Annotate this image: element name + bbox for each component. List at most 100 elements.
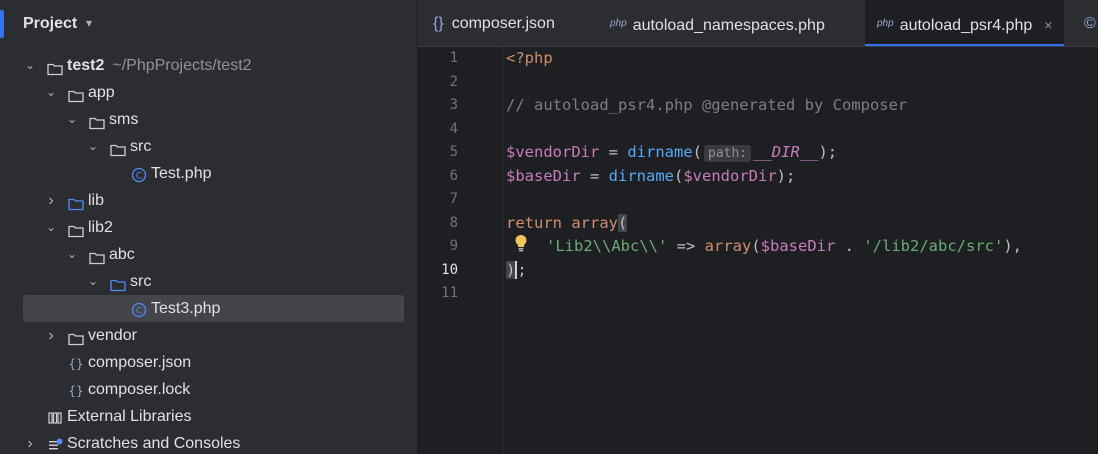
tree-item-test3-php[interactable]: C Test3.php xyxy=(0,295,417,322)
tree-item-label: Test3.php xyxy=(151,295,220,322)
text-caret: ; xyxy=(515,261,527,279)
tree-item-name: Test3.php xyxy=(151,300,221,317)
tree-item-composer-json[interactable]: {} composer.json xyxy=(0,349,417,376)
lightbulb-icon[interactable] xyxy=(514,234,528,252)
code-keyword: return xyxy=(506,214,562,232)
project-tool-window: Project ▾ ⌄ test2 ~/PhpProjects/test2 ⌄ app ⌄… xyxy=(0,0,417,454)
php-class-icon: C xyxy=(131,300,147,318)
close-icon[interactable]: × xyxy=(1044,17,1052,33)
tree-item-lib2[interactable]: ⌄ lib2 xyxy=(0,214,417,241)
chevron-down-icon[interactable]: ⌄ xyxy=(24,52,36,79)
code-line-5[interactable]: $vendorDir = dirname(path: __DIR__); xyxy=(506,143,838,162)
code-line-3[interactable]: // autoload_psr4.php @generated by Compo… xyxy=(506,96,907,114)
project-header: Project ▾ xyxy=(0,0,417,48)
tree-item-label: Test.php xyxy=(151,160,211,187)
folder-icon xyxy=(89,112,105,130)
chevron-down-icon[interactable]: ⌄ xyxy=(66,241,78,268)
tree-item-test2[interactable]: ⌄ test2 ~/PhpProjects/test2 xyxy=(0,52,417,79)
project-path: ~/PhpProjects/test2 xyxy=(112,57,252,74)
tree-item-label: src xyxy=(130,268,151,295)
tree-item-lib[interactable]: › lib xyxy=(0,187,417,214)
php-open-tag: <?php xyxy=(506,49,553,67)
tree-item-name: Test.php xyxy=(151,165,212,182)
folder-icon xyxy=(68,85,84,103)
project-view-title[interactable]: Project xyxy=(23,15,77,33)
code-line-1[interactable]: <?php xyxy=(506,49,553,67)
tree-item-label: External Libraries xyxy=(67,403,192,430)
folder-icon xyxy=(47,58,63,76)
tree-item-label: app xyxy=(88,79,115,106)
gutter-separator xyxy=(502,47,503,454)
code-paren: ); xyxy=(776,167,796,185)
code-variable: $baseDir xyxy=(760,237,836,255)
json-icon: {} xyxy=(68,354,84,371)
code-variable: $vendorDir xyxy=(506,143,600,161)
code-paren: ), xyxy=(1003,237,1022,255)
tab-composer-json[interactable]: {} composer.json xyxy=(433,0,555,46)
line-number: 3 xyxy=(449,97,458,113)
chevron-right-icon[interactable]: › xyxy=(45,187,57,214)
tree-item-label: lib2 xyxy=(88,214,113,241)
tree-item-app[interactable]: ⌄ app xyxy=(0,79,417,106)
tab-label: autoload_namespaces.php xyxy=(632,17,825,34)
code-constant: __DIR__ xyxy=(753,143,819,161)
tree-item-name: abc xyxy=(109,246,135,263)
line-number: 11 xyxy=(441,285,458,301)
parameter-hint: path: xyxy=(704,145,752,162)
tree-item-label: test2 ~/PhpProjects/test2 xyxy=(67,52,252,79)
line-number: 6 xyxy=(449,168,458,184)
source-folder-icon xyxy=(68,193,84,211)
code-line-10[interactable]: ); xyxy=(506,261,527,279)
tree-item-label: composer.lock xyxy=(88,376,190,403)
chevron-down-icon[interactable]: ⌄ xyxy=(66,106,78,133)
code-keyword: array xyxy=(562,214,618,232)
code-paren: ( xyxy=(673,167,684,185)
code-keyword: array xyxy=(704,237,752,255)
code-line-6[interactable]: $baseDir = dirname($vendorDir); xyxy=(506,167,795,185)
chevron-right-icon[interactable]: › xyxy=(24,430,36,454)
php-class-icon: C xyxy=(131,165,147,183)
tree-item-vendor[interactable]: › vendor xyxy=(0,322,417,349)
code-line-8[interactable]: return array( xyxy=(506,214,628,232)
tree-item-label: sms xyxy=(109,106,138,133)
tree-item-name: src xyxy=(130,273,152,290)
code-variable: $vendorDir xyxy=(683,167,777,185)
chevron-down-icon[interactable]: ⌄ xyxy=(87,133,99,160)
tree-item-label: lib xyxy=(88,187,104,214)
code-operator: => xyxy=(667,237,705,255)
tree-item-label: src xyxy=(130,133,151,160)
tree-item-scratches-and-consoles[interactable]: › Scratches and Consoles xyxy=(0,430,417,454)
tree-item-external-libraries[interactable]: External Libraries xyxy=(0,403,417,430)
chevron-right-icon[interactable]: › xyxy=(45,322,57,349)
code-paren: ); xyxy=(818,143,838,161)
svg-text:C: C xyxy=(136,307,142,317)
line-number: 9 xyxy=(449,238,458,254)
overflow-tab-icon[interactable]: © xyxy=(1084,0,1096,46)
chevron-down-icon[interactable]: ▾ xyxy=(86,16,92,30)
tree-item-sms[interactable]: ⌄ sms xyxy=(0,106,417,133)
tree-item-label: vendor xyxy=(88,322,137,349)
libraries-icon xyxy=(47,408,63,424)
tab-autoload-psr4[interactable]: php autoload_psr4.php × xyxy=(865,0,1065,47)
tree-item-src[interactable]: ⌄ src xyxy=(0,133,417,160)
tab-label: composer.json xyxy=(451,15,555,32)
tree-item-test-php[interactable]: C Test.php xyxy=(0,160,417,187)
json-icon: {} xyxy=(68,381,84,398)
tree-item-label: Scratches and Consoles xyxy=(67,430,240,454)
code-variable: $baseDir xyxy=(506,167,581,185)
chevron-down-icon[interactable]: ⌄ xyxy=(87,268,99,295)
folder-icon xyxy=(68,220,84,238)
tab-autoload-namespaces[interactable]: php autoload_namespaces.php xyxy=(610,0,825,46)
tree-item-src[interactable]: ⌄ src xyxy=(0,268,417,295)
tree-item-composer-lock[interactable]: {} composer.lock xyxy=(0,376,417,403)
code-comment: // autoload_psr4.php @generated by Compo… xyxy=(506,96,908,114)
code-line-9[interactable]: 'Lib2\\Abc\\' => array($baseDir . '/lib2… xyxy=(546,237,1022,255)
tree-item-label: composer.json xyxy=(88,349,191,376)
chevron-down-icon[interactable]: ⌄ xyxy=(45,214,57,241)
line-number-current: 10 xyxy=(441,262,458,278)
chevron-down-icon[interactable]: ⌄ xyxy=(45,79,57,106)
folder-icon xyxy=(89,247,105,265)
tree-item-abc[interactable]: ⌄ abc xyxy=(0,241,417,268)
code-paren: ( xyxy=(751,237,761,255)
tree-item-name: lib xyxy=(88,192,105,209)
